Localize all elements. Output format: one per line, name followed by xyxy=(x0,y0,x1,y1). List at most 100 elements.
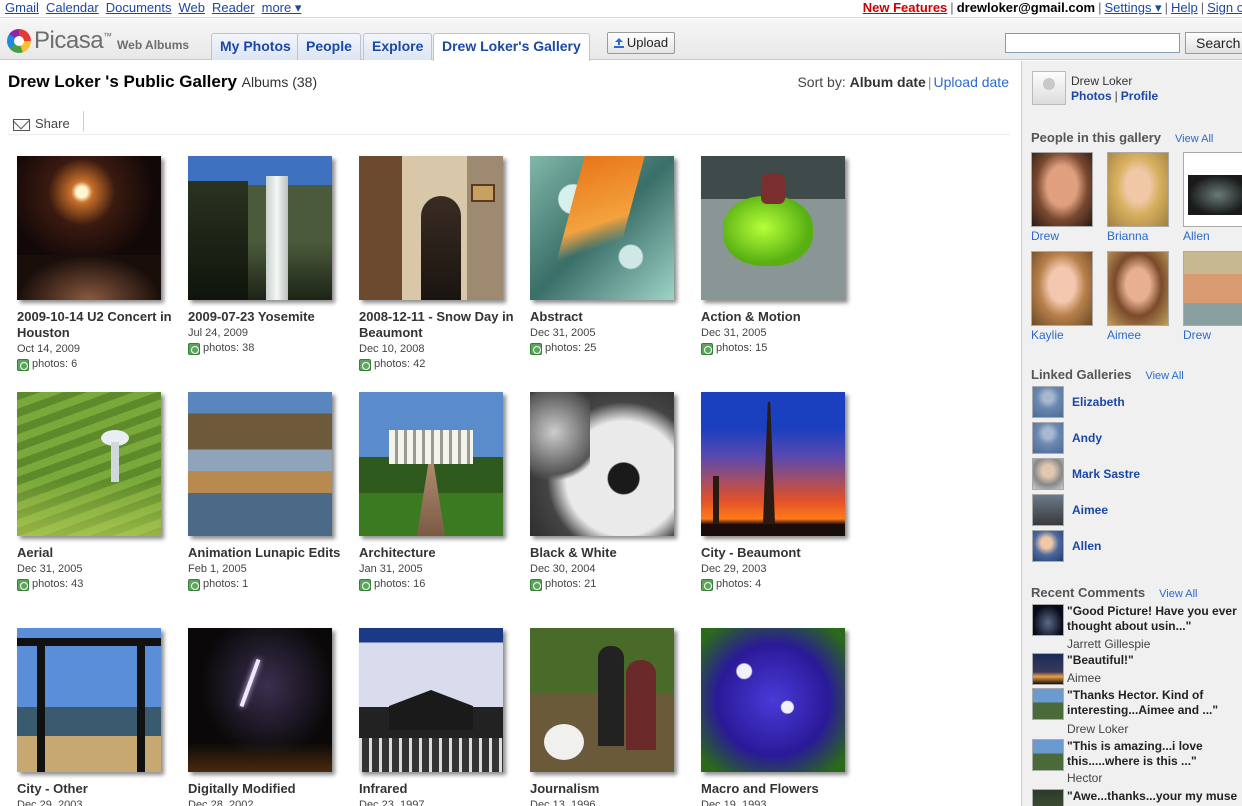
search-button[interactable]: Search xyxy=(1185,32,1242,54)
help-link[interactable]: Help xyxy=(1171,0,1198,15)
album-thumbnail[interactable] xyxy=(188,392,332,536)
person-card[interactable]: Kaylie xyxy=(1031,251,1093,342)
share-button[interactable]: Share xyxy=(13,115,70,131)
album-card[interactable]: Infrared Dec 23, 1997 xyxy=(359,628,524,806)
album-thumbnail[interactable] xyxy=(530,628,674,772)
album-title[interactable]: City - Beaumont xyxy=(701,545,861,561)
person-card[interactable]: Allen xyxy=(1183,152,1242,243)
tab-gallery[interactable]: Drew Loker's Gallery xyxy=(433,33,590,61)
album-thumbnail[interactable] xyxy=(17,156,161,300)
album-title[interactable]: Macro and Flowers xyxy=(701,781,861,797)
comment-text[interactable]: "Awe...thanks...your my muse xyxy=(1067,789,1242,804)
album-card[interactable]: City - Beaumont Dec 29, 2003 photos: 4 xyxy=(701,392,866,592)
album-thumbnail[interactable] xyxy=(701,628,845,772)
album-card[interactable]: Journalism Dec 13, 1996 xyxy=(530,628,695,806)
person-name[interactable]: Drew xyxy=(1183,328,1242,342)
upload-button[interactable]: Upload xyxy=(607,32,675,54)
album-card[interactable]: Architecture Jan 31, 2005 photos: 16 xyxy=(359,392,524,592)
calendar-link[interactable]: Calendar xyxy=(46,0,99,15)
new-features-link[interactable]: New Features xyxy=(863,0,948,15)
sign-out-link[interactable]: Sign o xyxy=(1207,0,1242,15)
album-card[interactable]: Digitally Modified Dec 28, 2002 xyxy=(188,628,353,806)
linked-gallery-item[interactable]: Mark Sastre xyxy=(1032,458,1140,490)
tab-people[interactable]: People xyxy=(297,33,361,60)
linked-gallery-name[interactable]: Elizabeth xyxy=(1072,395,1125,409)
linked-view-all-link[interactable]: View All xyxy=(1145,370,1183,382)
album-card[interactable]: Action & Motion Dec 31, 2005 photos: 15 xyxy=(701,156,866,356)
person-photo[interactable] xyxy=(1031,152,1093,227)
avatar[interactable] xyxy=(1032,458,1064,490)
person-photo[interactable] xyxy=(1107,152,1169,227)
album-title[interactable]: Digitally Modified xyxy=(188,781,348,797)
owner-profile-link[interactable]: Profile xyxy=(1121,89,1158,103)
comment-text[interactable]: "Good Picture! Have you ever thought abo… xyxy=(1067,604,1242,634)
person-card[interactable]: Brianna xyxy=(1107,152,1169,243)
person-photo[interactable] xyxy=(1183,152,1242,227)
linked-gallery-name[interactable]: Mark Sastre xyxy=(1072,467,1140,481)
linked-gallery-name[interactable]: Allen xyxy=(1072,539,1101,553)
album-title[interactable]: Action & Motion xyxy=(701,309,861,325)
album-title[interactable]: 2008-12-11 - Snow Day in Beaumont xyxy=(359,309,519,341)
person-photo[interactable] xyxy=(1031,251,1093,326)
avatar[interactable] xyxy=(1032,71,1066,105)
person-card[interactable]: Drew xyxy=(1031,152,1093,243)
person-name[interactable]: Allen xyxy=(1183,229,1242,243)
web-link[interactable]: Web xyxy=(178,0,205,15)
linked-gallery-name[interactable]: Aimee xyxy=(1072,503,1108,517)
album-title[interactable]: 2009-10-14 U2 Concert in Houston xyxy=(17,309,177,341)
person-name[interactable]: Aimee xyxy=(1107,328,1169,342)
person-name[interactable]: Brianna xyxy=(1107,229,1169,243)
comment-thumbnail[interactable] xyxy=(1032,604,1064,636)
album-thumbnail[interactable] xyxy=(359,392,503,536)
album-thumbnail[interactable] xyxy=(17,392,161,536)
album-title[interactable]: Infrared xyxy=(359,781,519,797)
album-card[interactable]: 2009-10-14 U2 Concert in Houston Oct 14,… xyxy=(17,156,182,372)
comment-text[interactable]: "This is amazing...i love this.....where… xyxy=(1067,739,1242,769)
people-view-all-link[interactable]: View All xyxy=(1175,133,1213,145)
sort-upload-date-link[interactable]: Upload date xyxy=(933,74,1009,90)
album-thumbnail[interactable] xyxy=(17,628,161,772)
avatar[interactable] xyxy=(1032,530,1064,562)
owner-photos-link[interactable]: Photos xyxy=(1071,89,1112,103)
album-card[interactable]: Abstract Dec 31, 2005 photos: 25 xyxy=(530,156,695,356)
comment-thumbnail[interactable] xyxy=(1032,688,1064,720)
linked-gallery-item[interactable]: Aimee xyxy=(1032,494,1108,526)
album-thumbnail[interactable] xyxy=(188,156,332,300)
gmail-link[interactable]: Gmail xyxy=(5,0,39,15)
person-photo[interactable] xyxy=(1107,251,1169,326)
album-thumbnail[interactable] xyxy=(530,392,674,536)
documents-link[interactable]: Documents xyxy=(106,0,172,15)
album-title[interactable]: 2009-07-23 Yosemite xyxy=(188,309,348,325)
more-link[interactable]: more ▾ xyxy=(262,0,302,15)
linked-gallery-item[interactable]: Elizabeth xyxy=(1032,386,1125,418)
search-input[interactable] xyxy=(1005,33,1180,53)
person-card[interactable]: Aimee xyxy=(1107,251,1169,342)
album-thumbnail[interactable] xyxy=(188,628,332,772)
album-title[interactable]: Journalism xyxy=(530,781,690,797)
album-thumbnail[interactable] xyxy=(530,156,674,300)
person-name[interactable]: Drew xyxy=(1031,229,1093,243)
comment-text[interactable]: "Beautiful!" xyxy=(1067,653,1242,668)
person-card[interactable]: Drew xyxy=(1183,251,1242,342)
comment-thumbnail[interactable] xyxy=(1032,739,1064,771)
avatar[interactable] xyxy=(1032,422,1064,454)
settings-link[interactable]: Settings ▾ xyxy=(1104,0,1161,15)
album-title[interactable]: Black & White xyxy=(530,545,690,561)
album-card[interactable]: Animation Lunapic Edits Feb 1, 2005 phot… xyxy=(188,392,353,592)
tab-my-photos[interactable]: My Photos xyxy=(211,33,300,60)
album-card[interactable]: Aerial Dec 31, 2005 photos: 43 xyxy=(17,392,182,592)
comment-thumbnail[interactable] xyxy=(1032,789,1064,806)
comment-text[interactable]: "Thanks Hector. Kind of interesting...Ai… xyxy=(1067,688,1242,718)
album-card[interactable]: Macro and Flowers Dec 19, 1993 xyxy=(701,628,866,806)
album-title[interactable]: Aerial xyxy=(17,545,177,561)
comment-thumbnail[interactable] xyxy=(1032,653,1064,685)
album-thumbnail[interactable] xyxy=(359,156,503,300)
album-title[interactable]: Animation Lunapic Edits xyxy=(188,545,348,561)
album-title[interactable]: Architecture xyxy=(359,545,519,561)
linked-gallery-item[interactable]: Allen xyxy=(1032,530,1101,562)
album-card[interactable]: City - Other Dec 29, 2003 xyxy=(17,628,182,806)
comments-view-all-link[interactable]: View All xyxy=(1159,588,1197,600)
album-card[interactable]: Black & White Dec 30, 2004 photos: 21 xyxy=(530,392,695,592)
person-name[interactable]: Kaylie xyxy=(1031,328,1093,342)
album-thumbnail[interactable] xyxy=(701,156,845,300)
